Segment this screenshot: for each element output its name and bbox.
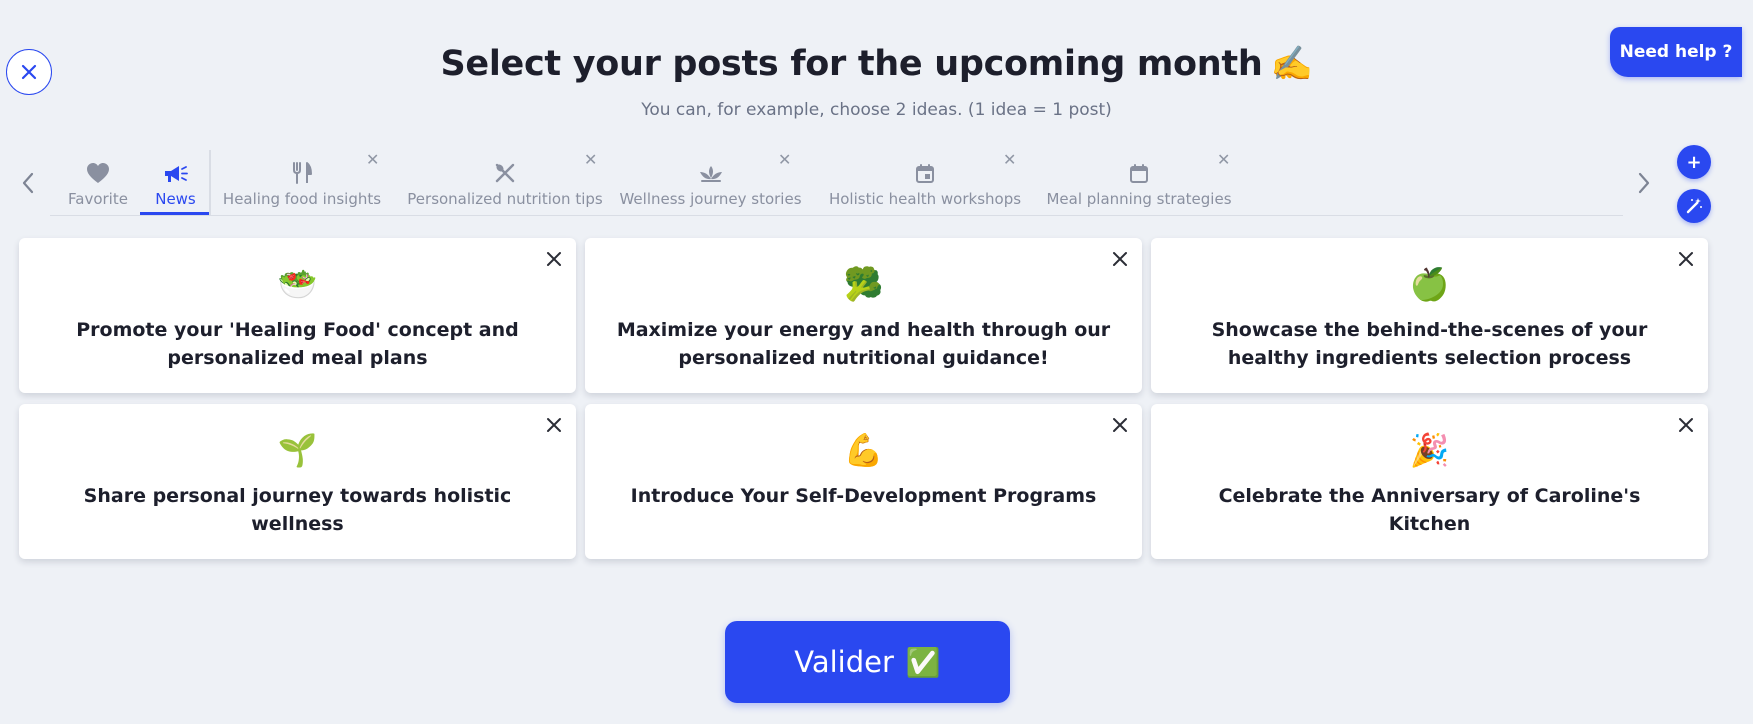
close-icon <box>1113 418 1127 432</box>
heart-icon <box>86 154 110 184</box>
remove-idea-button[interactable] <box>544 249 564 269</box>
tab-divider <box>209 150 211 216</box>
flexed-biceps-icon: 💪 <box>843 431 884 469</box>
validate-label: Valider <box>794 645 894 679</box>
add-category-button[interactable]: + <box>1677 145 1711 179</box>
tab-wellness-journey-stories[interactable]: Wellness journey stories <box>619 148 802 215</box>
idea-text: Celebrate the Anniversary of Caroline's … <box>1218 485 1641 535</box>
tab-label: News <box>155 190 196 208</box>
remove-idea-button[interactable] <box>1676 249 1696 269</box>
category-tabs: Favorite News Healing food insights ✕ Pe… <box>50 148 1623 216</box>
party-popper-icon: 🎉 <box>1409 431 1450 469</box>
page-title-text: Select your posts for the upcoming month <box>440 44 1263 84</box>
tab-holistic-health-workshops[interactable]: Holistic health workshops <box>828 148 1022 215</box>
chevron-right-icon <box>1638 172 1650 194</box>
fork-knife-icon <box>291 154 313 184</box>
tab-label: Personalized nutrition tips <box>407 190 603 208</box>
remove-idea-button[interactable] <box>1676 415 1696 435</box>
close-icon <box>1679 252 1693 266</box>
chevron-left-icon <box>22 172 34 194</box>
tab-remove-button[interactable]: ✕ <box>1217 150 1230 169</box>
idea-text: Showcase the behind-the-scenes of your h… <box>1211 319 1648 369</box>
close-icon <box>1113 252 1127 266</box>
calendar-icon <box>1129 154 1149 184</box>
idea-card[interactable]: 🎉 Celebrate the Anniversary of Caroline'… <box>1151 404 1708 559</box>
tab-news[interactable]: News <box>140 148 211 215</box>
tab-meal-planning-strategies[interactable]: Meal planning strategies <box>1046 148 1232 215</box>
tabs-scroll-left-button[interactable] <box>17 168 39 198</box>
close-icon <box>1679 418 1693 432</box>
seedling-icon: 🌱 <box>277 431 318 469</box>
idea-card[interactable]: 🥗 Promote your 'Healing Food' concept an… <box>19 238 576 393</box>
calendar-event-icon <box>915 154 935 184</box>
lotus-icon <box>698 154 724 184</box>
idea-card[interactable]: 🍏 Showcase the behind-the-scenes of your… <box>1151 238 1708 393</box>
remove-idea-button[interactable] <box>1110 249 1130 269</box>
tab-label: Healing food insights <box>222 190 382 208</box>
remove-idea-button[interactable] <box>1110 415 1130 435</box>
idea-text: Introduce Your Self-Development Programs <box>630 485 1097 507</box>
tab-remove-button[interactable]: ✕ <box>584 150 597 169</box>
tab-favorite[interactable]: Favorite <box>56 148 140 215</box>
page-subtitle: You can, for example, choose 2 ideas. (1… <box>641 100 1112 120</box>
validate-button[interactable]: Valider ✅ <box>725 621 1010 703</box>
crossed-utensils-icon <box>494 154 516 184</box>
green-apple-icon: 🍏 <box>1409 265 1450 303</box>
tabs-scroll-right-button[interactable] <box>1633 168 1655 198</box>
tab-remove-button[interactable]: ✕ <box>1003 150 1016 169</box>
idea-text: Maximize your energy and health through … <box>616 319 1111 369</box>
plus-icon: + <box>1686 151 1702 173</box>
generate-ideas-button[interactable] <box>1677 189 1711 223</box>
tab-label: Holistic health workshops <box>828 190 1022 208</box>
tab-personalized-nutrition-tips[interactable]: Personalized nutrition tips <box>407 148 603 215</box>
tab-label: Meal planning strategies <box>1046 190 1232 208</box>
close-icon <box>547 252 561 266</box>
tab-label: Favorite <box>68 190 128 208</box>
remove-idea-button[interactable] <box>544 415 564 435</box>
idea-text: Share personal journey towards holistic … <box>83 485 512 535</box>
megaphone-icon <box>163 154 189 184</box>
magic-wand-icon <box>1686 198 1702 214</box>
salad-icon: 🥗 <box>277 265 318 303</box>
idea-card[interactable]: 🥦 Maximize your energy and health throug… <box>585 238 1142 393</box>
idea-card[interactable]: 💪 Introduce Your Self-Development Progra… <box>585 404 1142 559</box>
broccoli-icon: 🥦 <box>843 265 884 303</box>
close-icon <box>547 418 561 432</box>
idea-text: Promote your 'Healing Food' concept and … <box>76 319 519 369</box>
tab-healing-food-insights[interactable]: Healing food insights <box>222 148 382 215</box>
tab-remove-button[interactable]: ✕ <box>778 150 791 169</box>
tab-label: Wellness journey stories <box>619 190 802 208</box>
page-title: Select your posts for the upcoming month… <box>0 44 1753 84</box>
writing-hand-icon: ✍️ <box>1270 44 1313 84</box>
idea-card[interactable]: 🌱 Share personal journey towards holisti… <box>19 404 576 559</box>
tab-remove-button[interactable]: ✕ <box>366 150 379 169</box>
check-mark-icon: ✅ <box>905 645 941 679</box>
